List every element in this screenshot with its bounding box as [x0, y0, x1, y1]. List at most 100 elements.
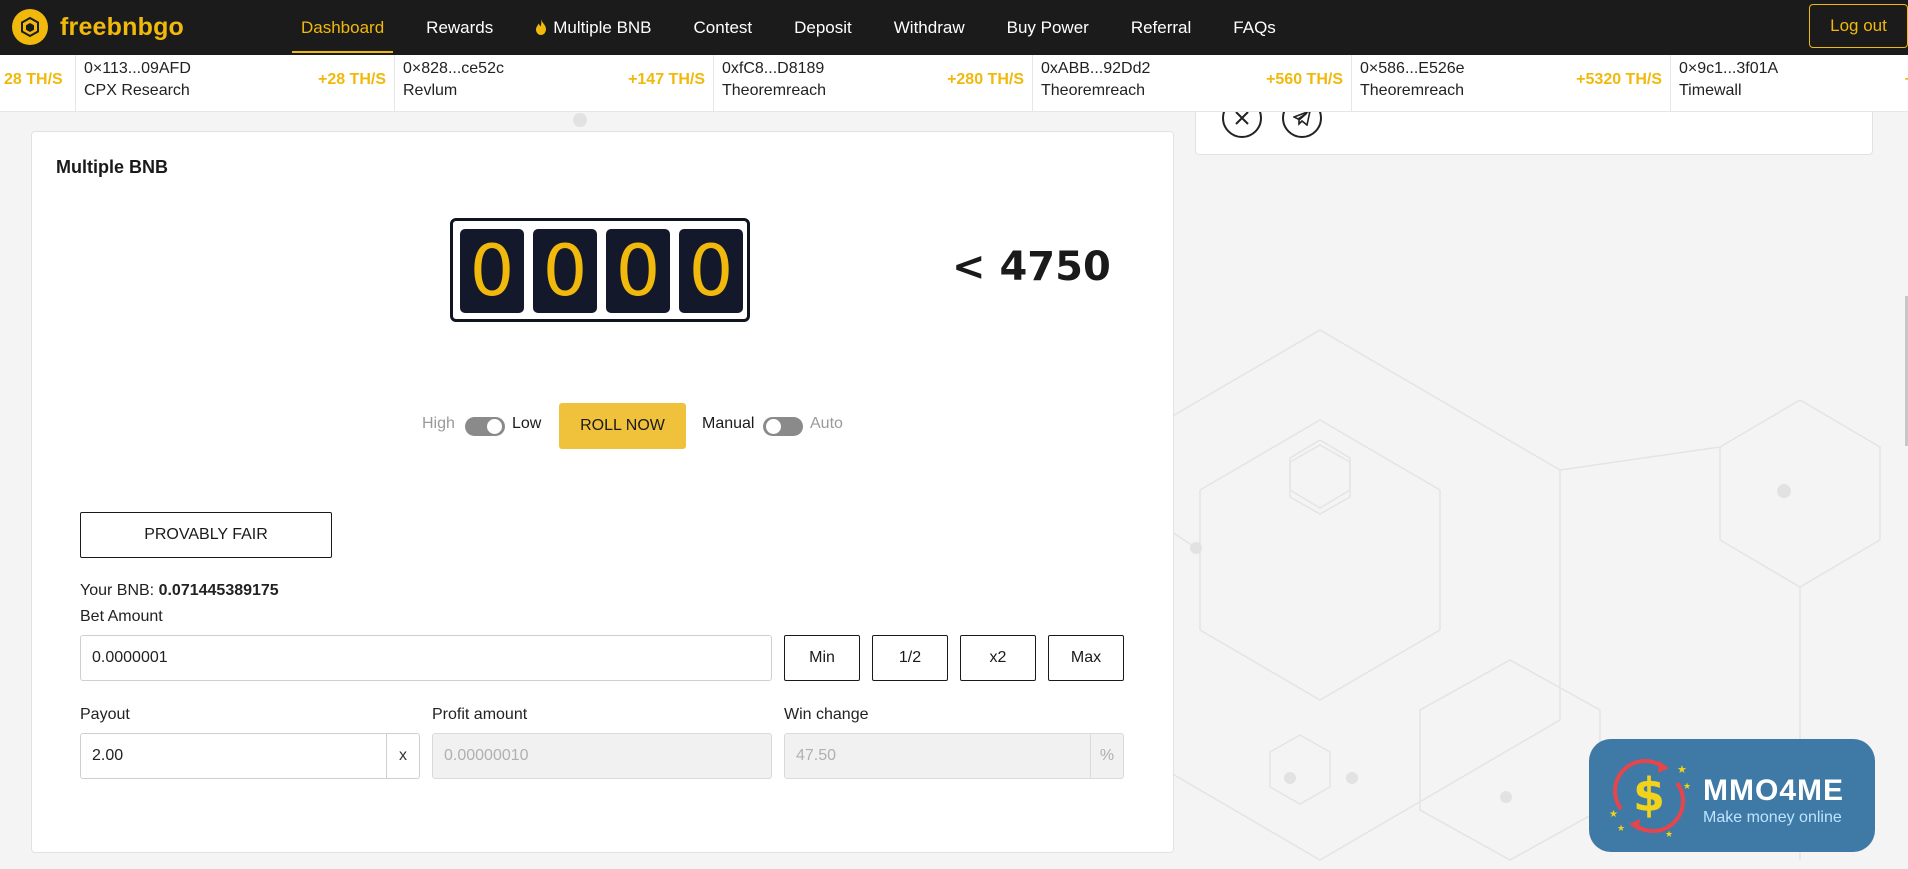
ticker-source: Timewall	[1679, 82, 1742, 99]
ticker-item: 0×113...09AFD CPX Research +28 TH/S	[76, 55, 395, 111]
nav-label: Referral	[1130, 18, 1192, 37]
nav-faqs[interactable]: FAQs	[1212, 0, 1297, 55]
nav-multiple-bnb[interactable]: Multiple BNB	[514, 0, 672, 55]
svg-text:★: ★	[1665, 830, 1673, 840]
bet-amount-value: 0.0000001	[92, 649, 168, 666]
profit-amount-input: 0.00000010	[432, 733, 772, 779]
top-navbar: freebnbgo Dashboard Rewards Multiple BNB…	[0, 0, 1908, 55]
activity-ticker: 28 TH/S 0×113...09AFD CPX Research +28 T…	[0, 55, 1908, 112]
ticker-item: 0×828...ce52c Revlum +147 TH/S	[395, 55, 714, 111]
ticker-source: Theoremreach	[722, 82, 827, 99]
nav-rewards[interactable]: Rewards	[405, 0, 514, 55]
ticker-gain: +28 TH/S	[317, 71, 386, 88]
payout-value: 2.00	[92, 747, 124, 764]
double-button[interactable]: x2	[960, 635, 1036, 681]
svg-text:★: ★	[1617, 824, 1625, 834]
ticker-gain: +147 TH/S	[628, 71, 705, 88]
nav-label: Contest	[693, 18, 753, 37]
ticker-address: 0×9c1...3f01A	[1679, 60, 1779, 77]
ticker-item: 0xABB...92Dd2 Theoremreach +560 TH/S	[1033, 55, 1352, 111]
toggle-knob	[487, 419, 502, 434]
svg-text:★: ★	[1683, 782, 1691, 792]
ticker-address: 0xfC8...D8189	[722, 60, 825, 77]
ticker-address: 0×113...09AFD	[84, 60, 191, 77]
target-value: < 4750	[952, 244, 1111, 290]
counter-digit: 0	[679, 229, 743, 313]
toggle-knob	[766, 419, 781, 434]
ticker-item: 0xfC8...D8189 Theoremreach +280 TH/S	[714, 55, 1033, 111]
provably-fair-button[interactable]: PROVABLY FAIR	[80, 512, 332, 558]
multiple-bnb-card: Multiple BNB 0 0 0 0 < 4750 High Low ROL…	[31, 131, 1174, 853]
balance-label: Your BNB:	[80, 582, 155, 599]
svg-text:$: $	[1633, 768, 1665, 822]
main-nav: Dashboard Rewards Multiple BNB Contest D…	[280, 0, 1297, 55]
roll-controls: High Low ROLL NOW Manual Auto	[390, 403, 850, 449]
nav-label: Dashboard	[301, 18, 385, 37]
high-label: High	[422, 415, 455, 432]
nav-label: FAQs	[1233, 18, 1276, 37]
ticker-item: 0×586...E526e Theoremreach +5320 TH/S	[1352, 55, 1671, 111]
win-change-value: 47.50	[796, 747, 837, 764]
dollar-cycle-icon: $ ★ ★ ★ ★ ★	[1609, 759, 1691, 840]
mmo4me-watermark: $ ★ ★ ★ ★ ★ MMO4ME Make money online	[1589, 739, 1875, 852]
nav-label: Withdraw	[893, 18, 965, 37]
nav-buy-power[interactable]: Buy Power	[986, 0, 1110, 55]
min-button[interactable]: Min	[784, 635, 860, 681]
balance-line: Your BNB: 0.071445389175	[80, 582, 279, 600]
payout-suffix: x	[386, 734, 419, 778]
svg-text:★: ★	[1677, 763, 1687, 776]
card-title: Multiple BNB	[56, 157, 168, 177]
ticker-gain: +560 TH/S	[1266, 71, 1343, 88]
nav-referral[interactable]: Referral	[1110, 0, 1212, 55]
bnb-cube-icon	[12, 9, 48, 45]
ticker-source: Theoremreach	[1360, 82, 1465, 99]
ticker-address: 0xABB...92Dd2	[1041, 60, 1151, 77]
flame-icon	[535, 2, 547, 57]
roll-now-button[interactable]: ROLL NOW	[559, 403, 686, 449]
nav-label: Multiple BNB	[553, 18, 652, 37]
nav-deposit[interactable]: Deposit	[773, 0, 873, 55]
brand-name: freebnbgo	[60, 12, 185, 41]
auto-label: Auto	[810, 415, 843, 432]
svg-text:★: ★	[1609, 809, 1618, 820]
nav-label: Buy Power	[1006, 18, 1089, 37]
ticker-source: Theoremreach	[1041, 82, 1146, 99]
profit-amount-label: Profit amount	[432, 706, 528, 723]
win-change-suffix: %	[1090, 734, 1123, 778]
ticker-item: 28 TH/S	[0, 55, 76, 111]
manual-auto-toggle[interactable]	[763, 417, 803, 436]
ticker-source: CPX Research	[84, 82, 190, 99]
half-button[interactable]: 1/2	[872, 635, 948, 681]
nav-withdraw[interactable]: Withdraw	[873, 0, 986, 55]
watermark-title: MMO4ME	[1703, 774, 1844, 807]
high-low-toggle[interactable]	[465, 417, 505, 436]
low-label: Low	[512, 415, 542, 432]
nav-label: Deposit	[794, 18, 852, 37]
ticker-item: 0×9c1...3f01A Timewall +	[1671, 55, 1908, 111]
ticker-gain: +280 TH/S	[947, 71, 1024, 88]
nav-label: Rewards	[426, 18, 494, 37]
payout-input[interactable]: 2.00 x	[80, 733, 420, 779]
bet-amount-input[interactable]: 0.0000001	[80, 635, 772, 681]
ticker-gain: +5320 TH/S	[1576, 71, 1662, 88]
nav-contest[interactable]: Contest	[673, 0, 774, 55]
win-change-input: 47.50 %	[784, 733, 1124, 779]
ticker-source: Revlum	[403, 82, 458, 99]
nav-dashboard[interactable]: Dashboard	[280, 0, 405, 55]
roll-counter: 0 0 0 0	[450, 218, 750, 322]
max-button[interactable]: Max	[1048, 635, 1124, 681]
counter-digit: 0	[606, 229, 670, 313]
counter-digit: 0	[460, 229, 524, 313]
watermark-subtitle: Make money online	[1703, 809, 1842, 826]
manual-label: Manual	[702, 415, 755, 432]
profit-amount-value: 0.00000010	[444, 747, 529, 764]
brand[interactable]: freebnbgo	[12, 9, 184, 45]
ticker-address: 0×828...ce52c	[403, 60, 504, 77]
balance-value: 0.071445389175	[158, 582, 279, 599]
ticker-gain: 28 TH/S	[4, 71, 63, 88]
ticker-address: 0×586...E526e	[1360, 60, 1465, 77]
win-change-label: Win change	[784, 706, 869, 723]
bet-amount-label: Bet Amount	[80, 608, 163, 625]
logout-button[interactable]: Log out	[1809, 4, 1908, 48]
ticker-gain: +	[1905, 71, 1908, 89]
